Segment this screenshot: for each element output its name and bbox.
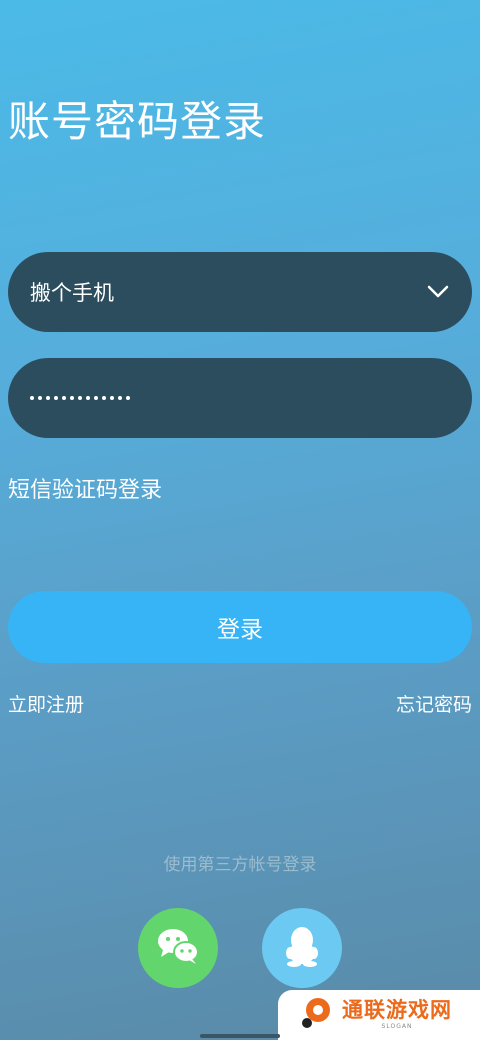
password-dot — [126, 396, 130, 400]
account-value: 搬个手机 — [30, 281, 114, 305]
wechat-login-button[interactable] — [138, 908, 218, 988]
watermark-name: 通联游戏网 — [342, 998, 452, 1022]
home-indicator[interactable] — [200, 1034, 280, 1038]
password-dot — [110, 396, 114, 400]
watermark-logo-icon — [300, 996, 334, 1034]
page-title: 账号密码登录 — [8, 97, 267, 146]
password-dot — [94, 396, 98, 400]
wechat-icon — [155, 926, 201, 970]
forgot-password-link[interactable]: 忘记密码 — [396, 690, 472, 717]
password-dot — [30, 396, 34, 400]
password-mask — [30, 396, 130, 400]
register-link[interactable]: 立即注册 — [8, 690, 84, 717]
chevron-down-icon[interactable] — [426, 280, 450, 304]
password-field[interactable] — [8, 358, 472, 438]
account-dropdown[interactable]: 搬个手机 — [8, 252, 472, 332]
login-button[interactable]: 登录 — [8, 591, 472, 663]
password-dot — [78, 396, 82, 400]
password-dot — [118, 396, 122, 400]
password-dot — [102, 396, 106, 400]
third-party-login-title: 使用第三方帐号登录 — [163, 855, 317, 875]
qq-login-button[interactable] — [262, 908, 342, 988]
site-watermark: 通联游戏网 SLOGAN — [278, 990, 480, 1040]
password-dot — [46, 396, 50, 400]
qq-penguin-icon — [282, 923, 322, 973]
password-dot — [62, 396, 66, 400]
password-dot — [70, 396, 74, 400]
password-dot — [38, 396, 42, 400]
watermark-slogan: SLOGAN — [381, 1023, 413, 1030]
password-dot — [54, 396, 58, 400]
sms-login-link[interactable]: 短信验证码登录 — [8, 472, 162, 504]
password-dot — [86, 396, 90, 400]
